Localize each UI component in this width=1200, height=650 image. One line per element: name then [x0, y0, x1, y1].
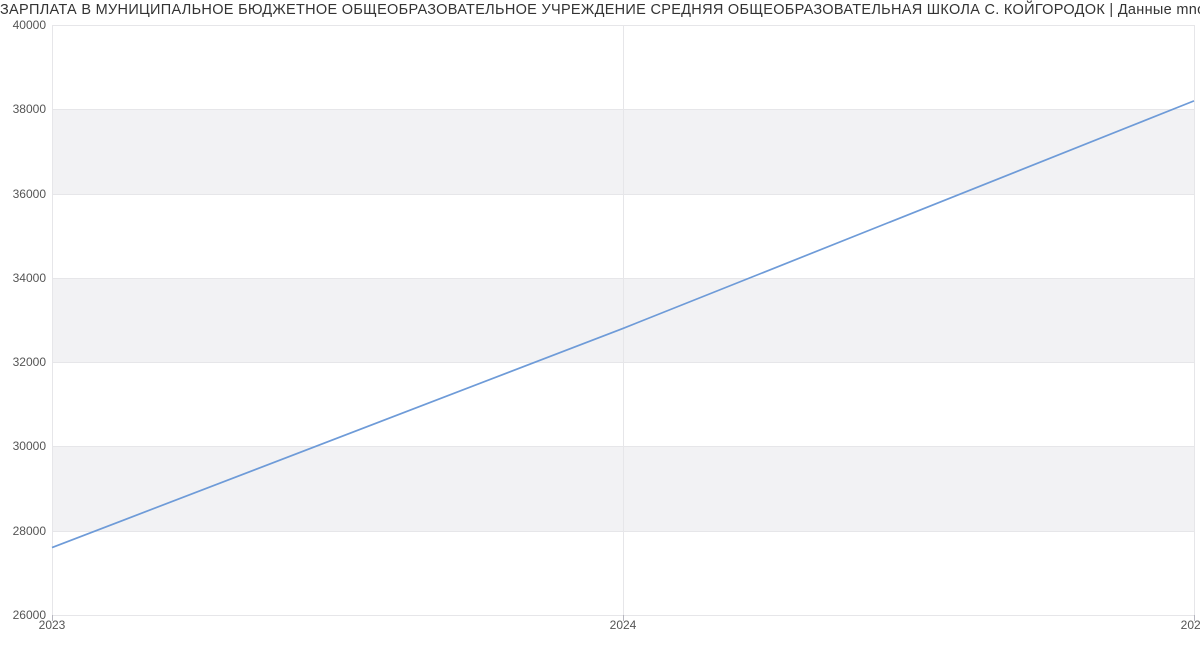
y-tick-label: 32000	[0, 355, 46, 369]
y-tick-label: 40000	[0, 18, 46, 32]
x-tick-mark	[52, 615, 53, 621]
y-tick-label: 30000	[0, 439, 46, 453]
series-line	[52, 101, 1194, 548]
y-tick-label: 38000	[0, 102, 46, 116]
x-tick-mark	[1194, 615, 1195, 621]
y-tick-label: 28000	[0, 524, 46, 538]
x-tick-mark	[623, 615, 624, 621]
salary-line-chart: ЗАРПЛАТА В МУНИЦИПАЛЬНОЕ БЮДЖЕТНОЕ ОБЩЕО…	[0, 0, 1200, 650]
line-layer	[52, 25, 1194, 615]
y-tick-label: 36000	[0, 187, 46, 201]
gridline-v	[1194, 25, 1195, 615]
plot-area	[52, 25, 1194, 616]
x-tick-label: 2025	[1181, 618, 1200, 632]
y-tick-label: 34000	[0, 271, 46, 285]
chart-title: ЗАРПЛАТА В МУНИЦИПАЛЬНОЕ БЮДЖЕТНОЕ ОБЩЕО…	[0, 2, 1200, 18]
